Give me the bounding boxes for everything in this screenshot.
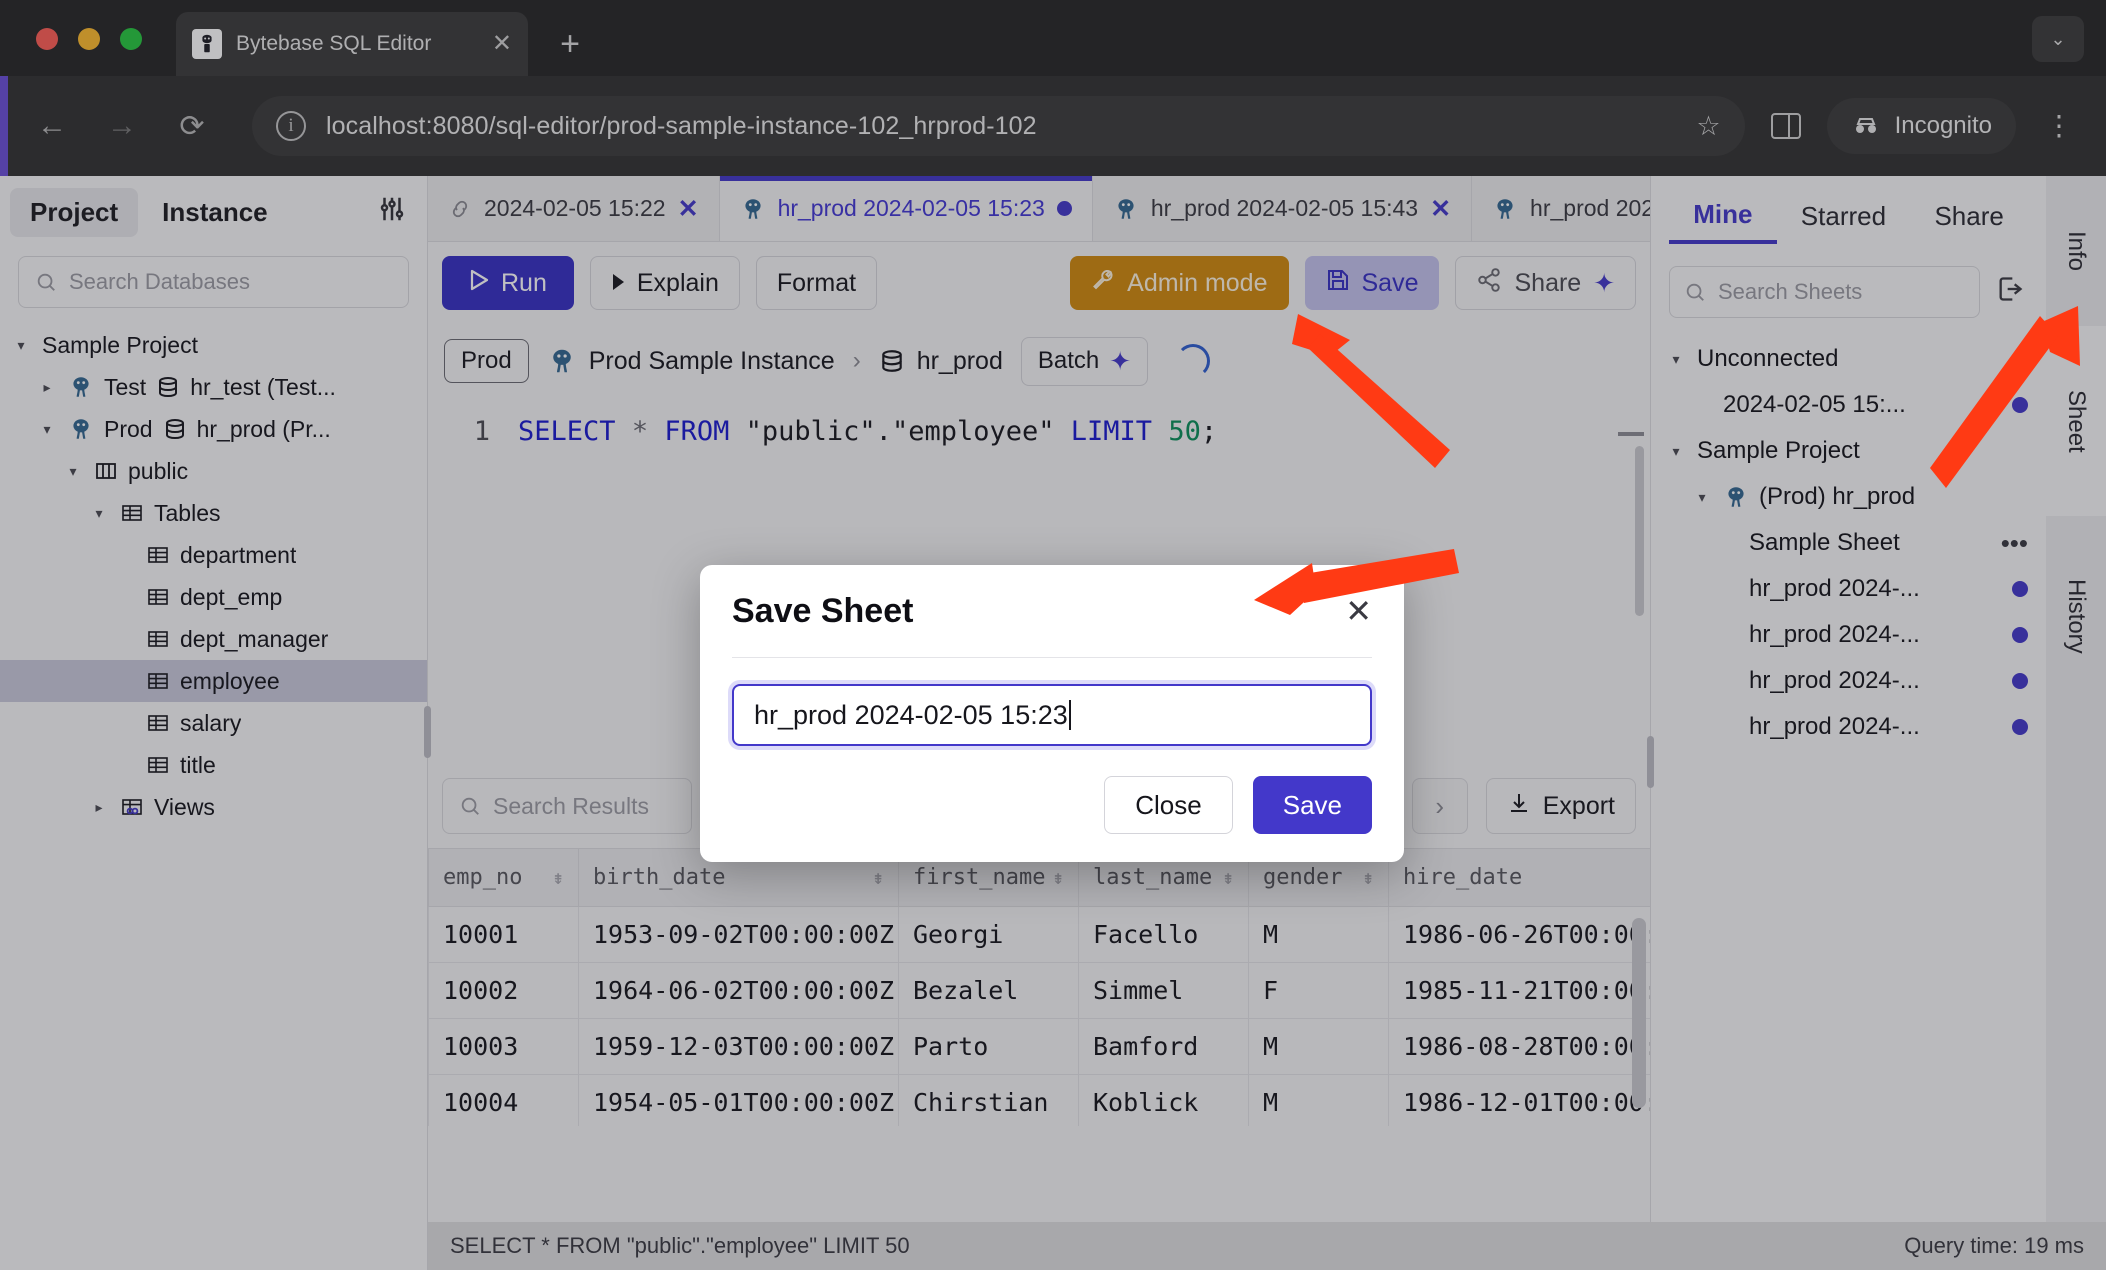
dialog-close-button[interactable]: Close: [1104, 776, 1232, 834]
text-cursor: [1069, 700, 1071, 730]
close-icon[interactable]: ✕: [1345, 592, 1372, 630]
dialog-header: Save Sheet ✕: [732, 565, 1372, 657]
dialog-divider: [732, 657, 1372, 658]
screenshot-root: Bytebase SQL Editor ✕ + ⌄ ← → ⟳ i localh…: [0, 0, 2106, 1270]
sheet-name-value: hr_prod 2024-02-05 15:23: [754, 700, 1068, 731]
dialog-save-button[interactable]: Save: [1253, 776, 1372, 834]
dialog-actions: Close Save: [732, 776, 1372, 834]
dialog-title: Save Sheet: [732, 592, 913, 631]
save-sheet-dialog: Save Sheet ✕ hr_prod 2024-02-05 15:23 Cl…: [700, 565, 1404, 862]
sheet-name-input[interactable]: hr_prod 2024-02-05 15:23: [732, 684, 1372, 746]
